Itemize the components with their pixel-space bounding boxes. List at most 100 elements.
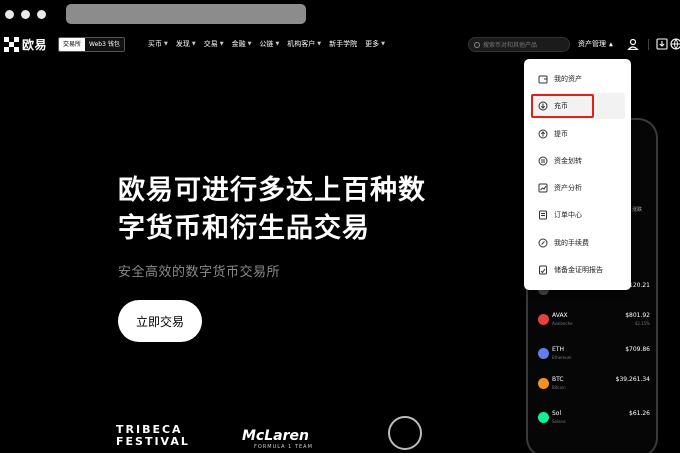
nav-item-label: 公链 <box>259 40 274 48</box>
browser-chrome <box>0 0 680 30</box>
top-nav: 欧易 交易所 Web3 钱包 买币 ▼ 发现 ▼ 交易 ▼ 金融 ▼ 公链 ▼ 机构客户 ▼ 新手学院更… <box>0 31 680 57</box>
address-bar[interactable] <box>66 4 306 24</box>
search-placeholder: 搜索币对和其他产品 <box>483 42 538 49</box>
nav-item-label: 金融 <box>231 40 246 48</box>
nav-item-2[interactable]: 交易 ▼ <box>204 39 224 49</box>
coin-row[interactable]: AVAX Avalanche $801.92 42.15% <box>528 308 658 338</box>
asset-menu-item-orders[interactable]: 订单中心 <box>538 208 582 222</box>
asset-menu-item-withdraw[interactable]: 提币 <box>538 127 568 141</box>
search-input[interactable]: 搜索币对和其他产品 <box>468 37 570 52</box>
chevron-down-icon: ▼ <box>191 41 196 47</box>
chevron-up-icon: ▼ <box>609 41 613 47</box>
nav-item-1[interactable]: 发现 ▼ <box>176 39 196 49</box>
nav-item-label: 买币 <box>148 40 162 48</box>
window-control-dot[interactable] <box>37 10 46 19</box>
okx-logo-mark <box>4 36 19 52</box>
coin-symbol: ETH <box>552 346 564 353</box>
nav-item-label: 发现 <box>175 40 190 48</box>
orders-icon <box>538 210 548 220</box>
coin-price: $39,261.34 <box>615 376 650 383</box>
analysis-icon <box>538 183 548 193</box>
asset-menu-item-reserve[interactable]: 储备金证明报告 <box>538 263 603 277</box>
coin-name: Bitcoin <box>552 385 566 390</box>
web3-wallet-tab[interactable]: Web3 钱包 <box>85 38 124 51</box>
fees-icon <box>538 238 548 248</box>
asset-menu-item-label: 订单中心 <box>554 211 582 219</box>
asset-menu-item-fees[interactable]: 我的手续费 <box>538 236 589 250</box>
coin-icon <box>538 314 549 325</box>
wallet-icon <box>538 74 548 84</box>
coin-symbol: AVAX <box>552 312 568 319</box>
transfer-icon <box>538 156 548 166</box>
nav-item-3[interactable]: 金融 ▼ <box>232 39 252 49</box>
coin-price: $61.26 <box>629 410 650 417</box>
asset-menu-item-label: 提币 <box>554 130 568 138</box>
mclaren-logo[interactable]: McLaren FORMULA 1 TEAM <box>242 428 313 450</box>
mclaren-subtitle: FORMULA 1 TEAM <box>254 444 313 450</box>
coin-change: 42.15% <box>634 321 650 326</box>
asset-menu-item-label: 我的资产 <box>554 75 582 83</box>
coin-row[interactable]: ETH Ethereum $709.86 <box>528 342 658 372</box>
chevron-down-icon: ▼ <box>247 41 252 47</box>
asset-management-label: 资产管理 <box>578 40 606 48</box>
highlight-box <box>531 94 594 118</box>
user-icon[interactable] <box>627 38 639 50</box>
hero-title: 欧易可进行多达上百种数字货币和衍生品交易 <box>118 175 426 244</box>
coin-name: Solana <box>552 419 566 424</box>
nav-item-4[interactable]: 公链 ▼ <box>259 39 279 49</box>
platform-toggle[interactable]: 交易所 Web3 钱包 <box>58 37 125 52</box>
chevron-down-icon: ▼ <box>317 41 322 47</box>
coin-name: Ethereum <box>552 355 572 360</box>
coin-symbol: BTC <box>552 376 564 383</box>
nav-item-label: 新手学院 <box>329 40 358 48</box>
tribeca-line2: FESTIVAL <box>116 435 190 448</box>
download-icon[interactable] <box>656 38 668 50</box>
asset-menu-item-label: 资金划转 <box>554 157 582 165</box>
asset-menu-item-wallet[interactable]: 我的资产 <box>538 72 582 86</box>
chevron-down-icon: ▼ <box>275 41 280 47</box>
coin-price: $801.92 <box>625 312 650 319</box>
asset-menu-item-label: 资产分析 <box>554 184 582 192</box>
coin-icon <box>538 378 549 389</box>
window-control-dot[interactable] <box>5 10 14 19</box>
search-icon <box>474 41 480 48</box>
withdraw-icon <box>538 129 548 139</box>
nav-item-label: 机构客户 <box>287 40 316 48</box>
coin-price: 120.21 <box>629 282 650 289</box>
chevron-down-icon: ▼ <box>219 41 224 47</box>
coin-row[interactable]: BTC Bitcoin $39,261.34 <box>528 372 658 402</box>
okx-logo[interactable]: 欧易 <box>4 36 47 52</box>
asset-menu-item-label: 我的手续费 <box>554 239 589 247</box>
coin-symbol: Sol <box>552 410 562 417</box>
reserve-icon <box>538 265 548 275</box>
mclaren-name: McLaren <box>242 428 309 444</box>
chevron-down-icon: ▼ <box>164 41 168 47</box>
nav-divider <box>648 39 649 50</box>
coin-row[interactable]: Sol Solana $61.26 <box>528 406 658 436</box>
phone-column-label: 涨跌 <box>632 207 643 213</box>
exchange-tab[interactable]: 交易所 <box>59 38 86 51</box>
coin-price: $709.86 <box>625 346 650 353</box>
asset-menu-item-label: 储备金证明报告 <box>554 266 603 274</box>
asset-menu-item-analysis[interactable]: 资产分析 <box>538 181 582 195</box>
window-control-dot[interactable] <box>21 10 30 19</box>
main-menu: 买币 ▼ 发现 ▼ 交易 ▼ 金融 ▼ 公链 ▼ 机构客户 ▼ 新手学院 更多 ▼ <box>148 39 393 49</box>
asset-menu-item-transfer[interactable]: 资金划转 <box>538 154 582 168</box>
hero-subtitle: 安全高效的数字货币交易所 <box>118 265 281 280</box>
tribeca-festival-logo[interactable]: TRIBECA FESTIVAL <box>116 424 190 448</box>
chevron-down-icon: ▼ <box>381 41 386 47</box>
coin-icon <box>538 412 549 423</box>
nav-item-5[interactable]: 机构客户 ▼ <box>287 39 321 49</box>
globe-icon[interactable] <box>670 38 680 50</box>
manchester-city-crest-icon[interactable] <box>388 416 422 450</box>
coin-icon <box>538 348 549 359</box>
coin-name: Avalanche <box>552 321 573 326</box>
nav-item-label: 交易 <box>203 40 218 48</box>
nav-item-6[interactable]: 新手学院 <box>329 39 357 49</box>
logo-text: 欧易 <box>22 37 48 52</box>
trade-now-button[interactable]: 立即交易 <box>118 300 202 342</box>
nav-item-0[interactable]: 买币 ▼ <box>148 39 168 49</box>
nav-item-7[interactable]: 更多 ▼ <box>365 39 385 49</box>
asset-management-menu[interactable]: 资产管理 ▼ <box>578 39 613 49</box>
nav-item-label: 更多 <box>365 40 380 48</box>
